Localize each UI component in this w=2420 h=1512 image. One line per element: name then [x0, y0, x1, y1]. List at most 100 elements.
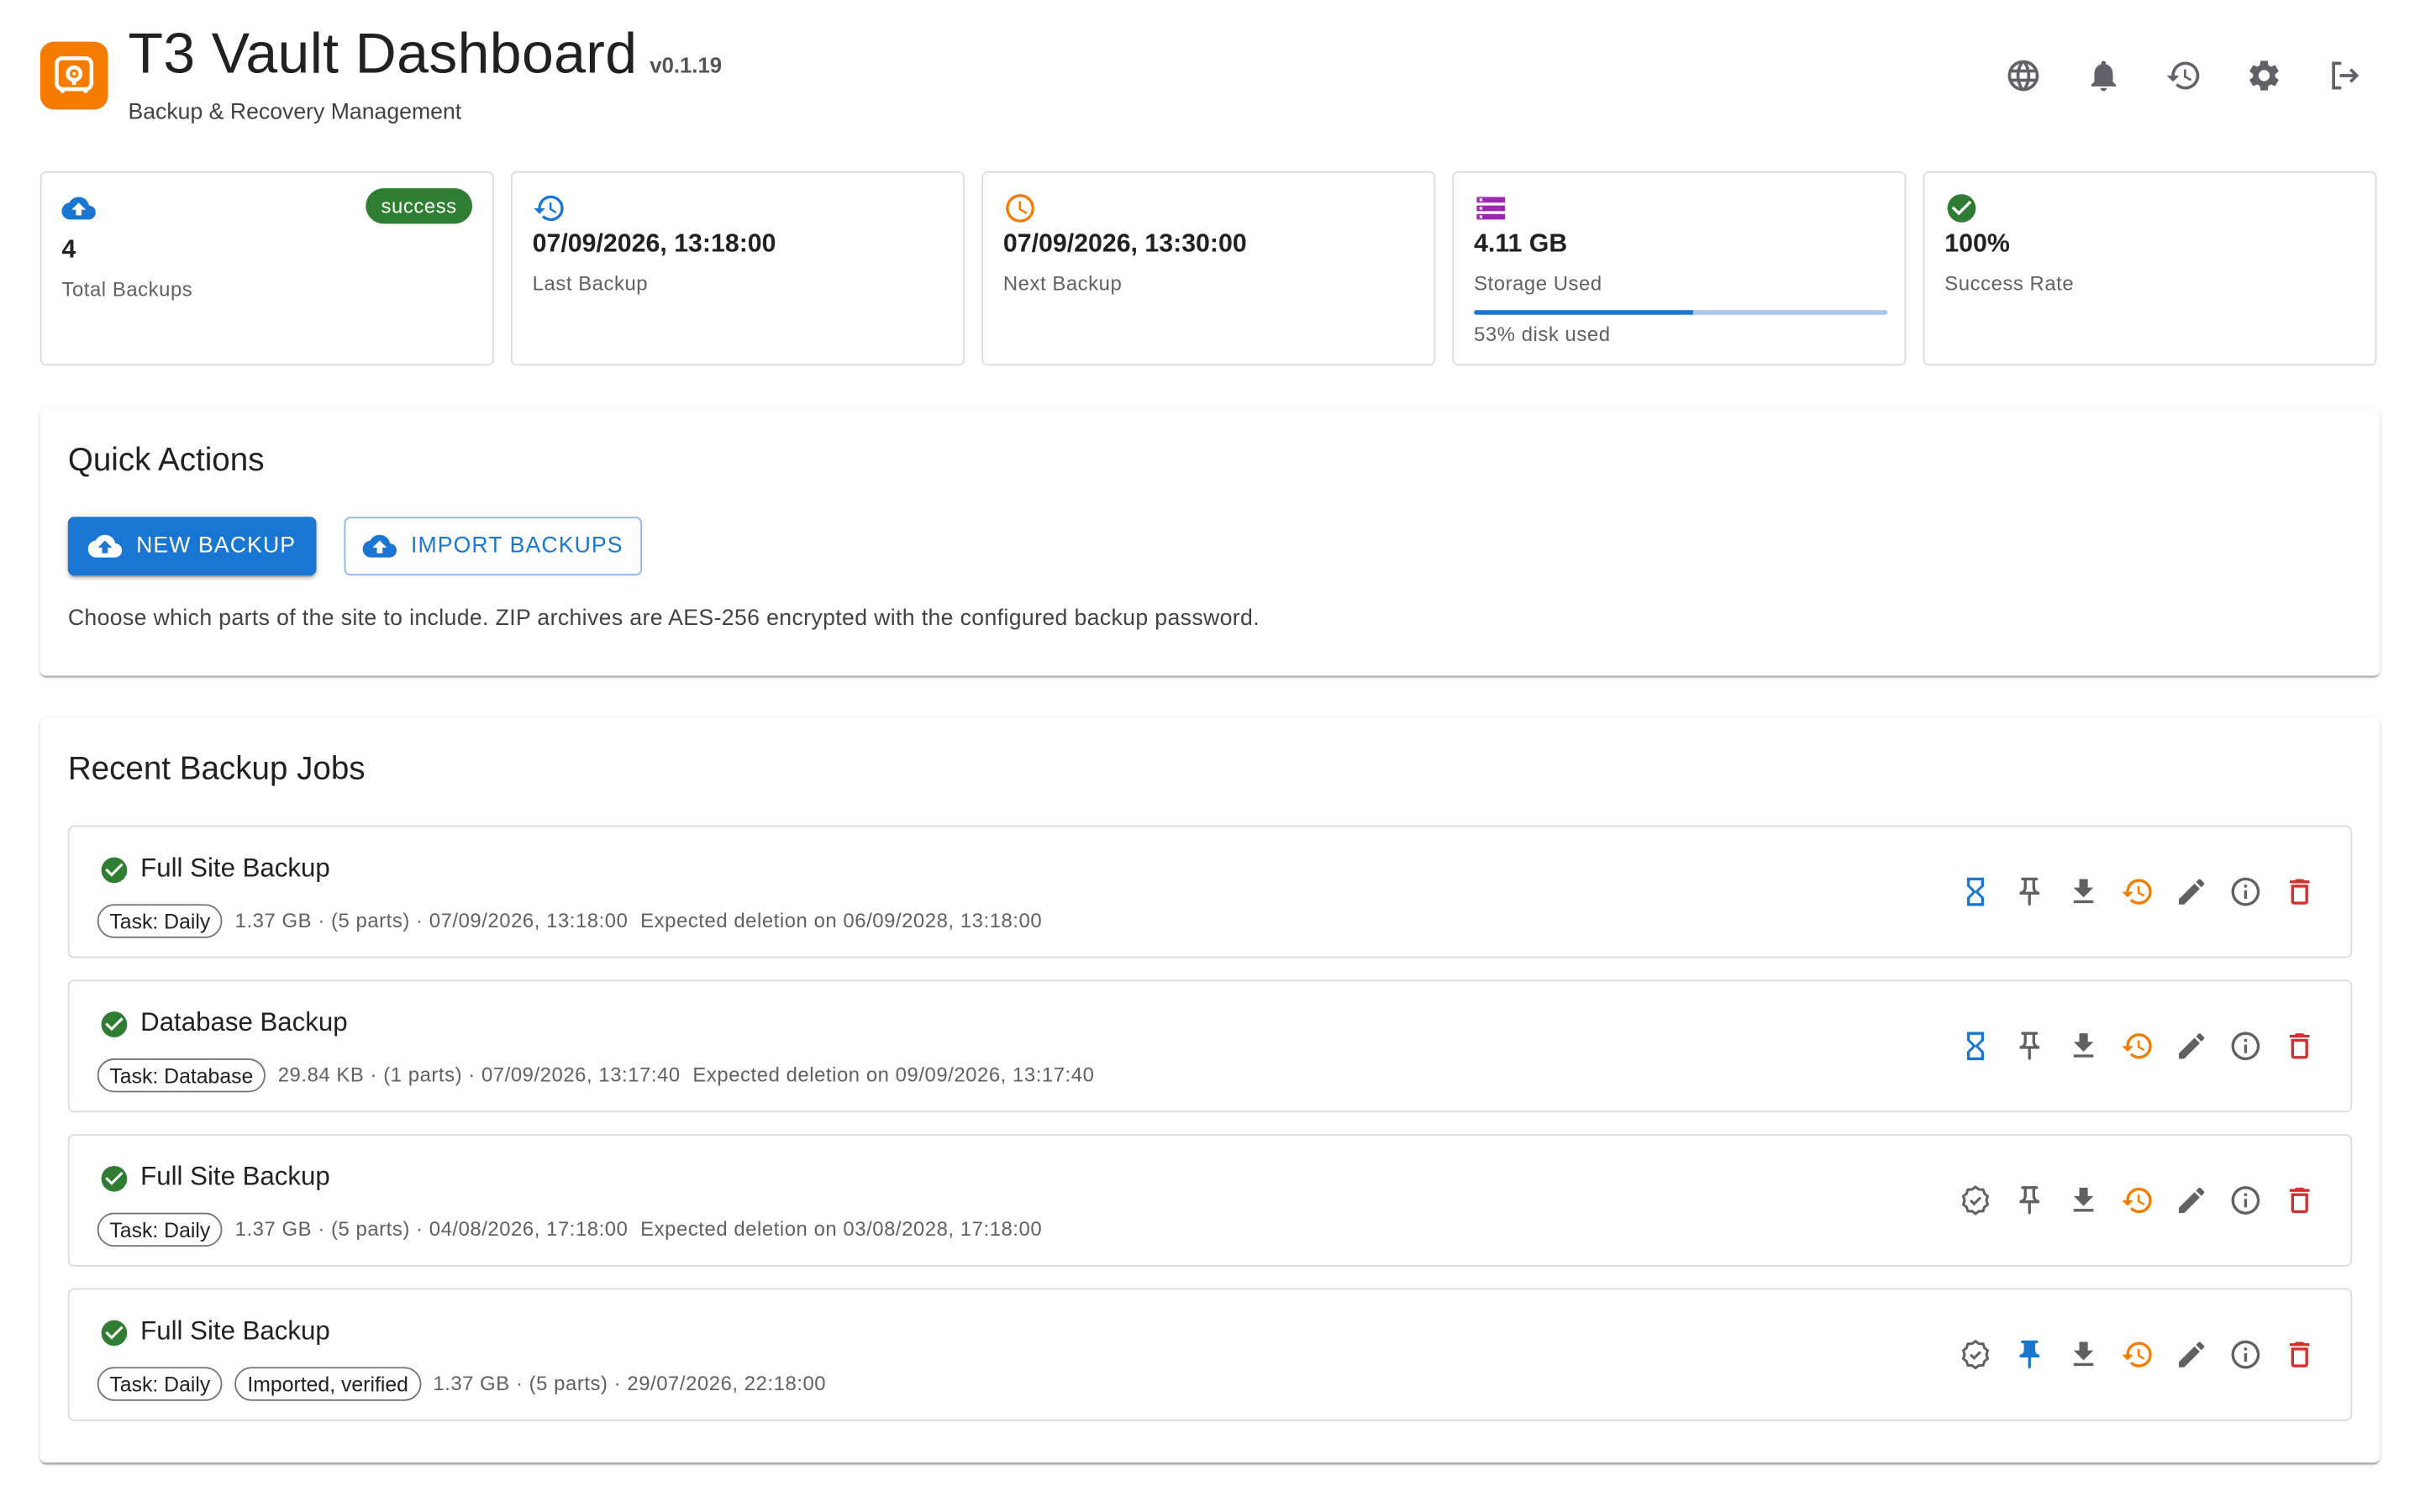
download-icon[interactable]: [2066, 1184, 2100, 1217]
job-expiry: Expected deletion on 03/08/2028, 17:18:0…: [640, 1216, 1043, 1240]
job-actions: [1959, 1184, 2317, 1217]
gear-icon[interactable]: [2244, 55, 2285, 96]
edit-icon[interactable]: [2175, 1184, 2208, 1217]
job-details: 1.37 GB · (5 parts) · 07/09/2026, 13:18:…: [234, 907, 629, 932]
stat-value: 100%: [1944, 229, 2010, 258]
delete-icon[interactable]: [2283, 1184, 2317, 1217]
job-title: Full Site Backup: [140, 1162, 330, 1191]
history-icon: [533, 192, 566, 225]
recent-jobs-panel: Recent Backup Jobs Full Site Backup Task…: [39, 717, 2381, 1463]
edit-icon[interactable]: [2175, 1029, 2208, 1063]
verified-icon[interactable]: [1959, 1337, 1992, 1371]
task-chip: Task: Daily: [97, 1367, 223, 1401]
hourglass-icon[interactable]: [1959, 874, 1992, 908]
hourglass-icon[interactable]: [1959, 1029, 1992, 1063]
download-icon[interactable]: [2066, 874, 2100, 908]
job-item: Full Site Backup Task: Daily 1.37 GB · (…: [67, 1133, 2353, 1267]
verified-icon[interactable]: [1959, 1184, 1992, 1217]
disk-usage-progress: [1474, 310, 1888, 315]
success-icon: [99, 1009, 130, 1040]
import-backups-label: IMPORT BACKUPS: [410, 533, 623, 559]
pin-icon[interactable]: [2012, 1029, 2046, 1063]
globe-icon[interactable]: [2003, 55, 2044, 96]
job-item: Full Site Backup Task: Daily 1.37 GB · (…: [67, 825, 2353, 958]
job-details: 1.37 GB · (5 parts) · 04/08/2026, 17:18:…: [234, 1216, 629, 1240]
task-chip: Task: Daily: [97, 904, 223, 938]
quick-actions-panel: Quick Actions NEW BACKUP IMPORT BACKUPS …: [39, 408, 2381, 676]
delete-icon[interactable]: [2283, 1337, 2317, 1371]
info-icon[interactable]: [2228, 1029, 2262, 1063]
success-icon: [99, 1163, 130, 1194]
vault-icon: [55, 56, 94, 93]
status-badge: success: [366, 188, 473, 224]
storage-icon: [1474, 192, 1507, 225]
disk-usage-progress-fill: [1474, 310, 1693, 315]
info-icon[interactable]: [2228, 874, 2262, 908]
logout-icon[interactable]: [2324, 55, 2365, 96]
download-icon[interactable]: [2066, 1029, 2100, 1063]
edit-icon[interactable]: [2175, 874, 2208, 908]
version-label: v0.1.19: [650, 52, 723, 77]
task-chip: Task: Database: [97, 1058, 266, 1093]
stat-value: 07/09/2026, 13:18:00: [532, 229, 776, 258]
job-title: Database Backup: [140, 1007, 348, 1037]
cloud-upload-icon: [88, 534, 123, 558]
disk-usage-label: 53% disk used: [1474, 322, 1611, 346]
stat-card-success-rate: 100% Success Rate: [1923, 171, 2377, 366]
pin-icon[interactable]: [2012, 1184, 2046, 1217]
recent-jobs-title: Recent Backup Jobs: [67, 751, 366, 787]
stat-label: Total Backups: [61, 277, 193, 302]
bell-icon[interactable]: [2084, 55, 2124, 96]
stat-value: 4: [61, 236, 76, 265]
quick-actions-title: Quick Actions: [67, 443, 265, 479]
edit-icon[interactable]: [2175, 1337, 2208, 1371]
delete-icon[interactable]: [2283, 1029, 2317, 1063]
job-item: Database Backup Task: Database 29.84 KB …: [67, 979, 2353, 1113]
restore-icon[interactable]: [2121, 1029, 2154, 1063]
import-backups-button[interactable]: IMPORT BACKUPS: [344, 517, 643, 576]
job-meta: Task: Database 29.84 KB · (1 parts) · 07…: [97, 1055, 1095, 1093]
info-icon[interactable]: [2228, 1337, 2262, 1371]
stat-label: Last Backup: [532, 271, 649, 295]
page-title: T3 Vault Dashboard: [128, 21, 638, 86]
job-title: Full Site Backup: [140, 853, 330, 883]
stat-card-last-backup: 07/09/2026, 13:18:00 Last Backup: [510, 171, 965, 366]
job-actions: [1959, 874, 2317, 908]
check-circle-icon: [1944, 192, 1978, 225]
job-title: Full Site Backup: [140, 1315, 330, 1346]
delete-icon[interactable]: [2283, 874, 2317, 908]
task-chip: Task: Daily: [97, 1212, 223, 1247]
restore-icon[interactable]: [2121, 1184, 2154, 1217]
stat-label: Storage Used: [1474, 271, 1602, 295]
job-details: 1.37 GB · (5 parts) · 29/07/2026, 22:18:…: [433, 1370, 827, 1394]
cloud-upload-icon: [363, 534, 397, 558]
job-expiry: Expected deletion on 06/09/2028, 13:18:0…: [640, 907, 1043, 932]
info-icon[interactable]: [2228, 1184, 2262, 1217]
stat-card-next-backup: 07/09/2026, 13:30:00 Next Backup: [981, 171, 1436, 366]
new-backup-button[interactable]: NEW BACKUP: [67, 517, 317, 576]
job-expiry: Expected deletion on 09/09/2026, 13:17:4…: [692, 1062, 1095, 1086]
pin-icon[interactable]: [2012, 874, 2046, 908]
quick-actions-description: Choose which parts of the site to includ…: [67, 606, 1260, 632]
restore-icon[interactable]: [2121, 874, 2154, 908]
job-actions: [1959, 1029, 2317, 1063]
pin-icon-active[interactable]: [2012, 1337, 2046, 1371]
job-meta: Task: Daily 1.37 GB · (5 parts) · 04/08/…: [97, 1210, 1042, 1247]
cloud-upload-icon: [61, 192, 96, 225]
history-icon[interactable]: [2164, 55, 2204, 96]
download-icon[interactable]: [2066, 1337, 2100, 1371]
stat-card-total-backups: success 4 Total Backups: [39, 171, 494, 366]
stat-label: Next Backup: [1002, 271, 1123, 295]
new-backup-label: NEW BACKUP: [136, 533, 297, 559]
success-icon: [99, 855, 130, 886]
job-details: 29.84 KB · (1 parts) · 07/09/2026, 13:17…: [277, 1062, 681, 1086]
success-icon: [99, 1318, 130, 1349]
job-item: Full Site Backup Task: Daily Imported, v…: [67, 1288, 2353, 1421]
clock-icon: [1003, 192, 1037, 225]
page-subtitle: Backup & Recovery Management: [128, 100, 462, 125]
restore-icon[interactable]: [2121, 1337, 2154, 1371]
job-meta: Task: Daily 1.37 GB · (5 parts) · 07/09/…: [97, 901, 1042, 938]
stat-card-storage-used: 4.11 GB Storage Used 53% disk used: [1452, 171, 1907, 366]
stat-value: 07/09/2026, 13:30:00: [1002, 229, 1247, 258]
job-meta: Task: Daily Imported, verified 1.37 GB ·…: [97, 1364, 826, 1401]
